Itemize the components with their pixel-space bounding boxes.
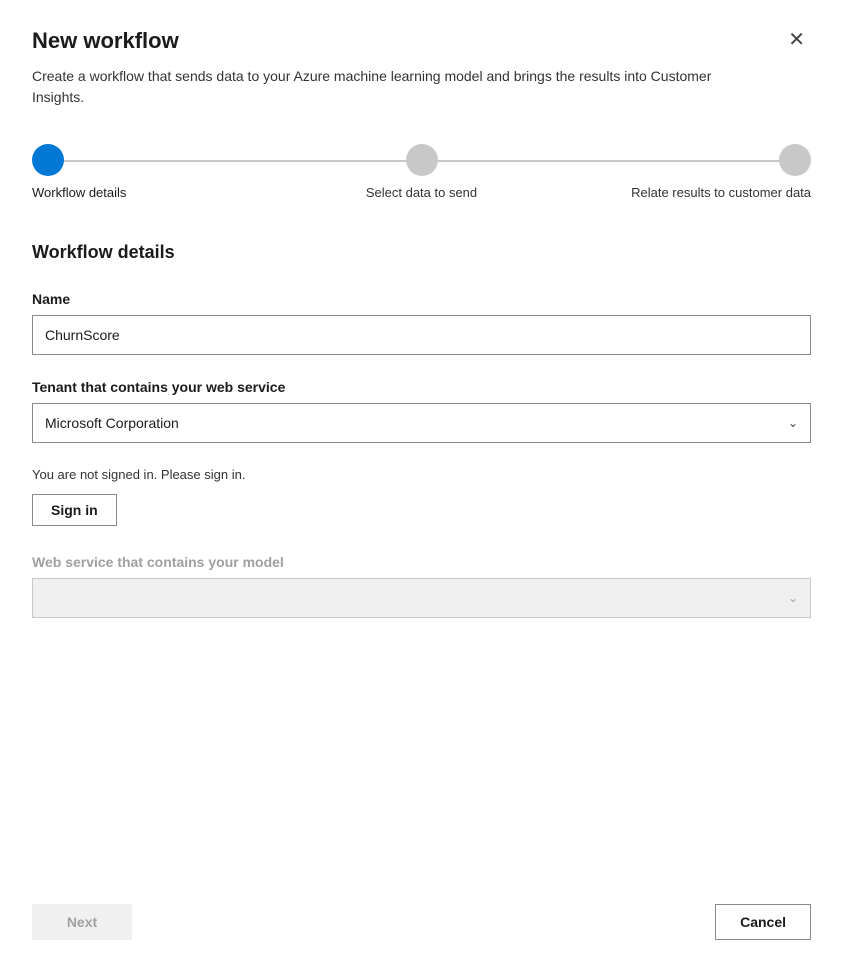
web-service-chevron-icon: ⌄ xyxy=(788,591,798,605)
name-label: Name xyxy=(32,291,811,307)
new-workflow-dialog: New workflow ✕ Create a workflow that se… xyxy=(0,0,843,972)
dialog-subtitle: Create a workflow that sends data to you… xyxy=(32,66,732,108)
tenant-select[interactable]: Microsoft Corporation ⌄ xyxy=(32,403,811,443)
tenant-label: Tenant that contains your web service xyxy=(32,379,811,395)
web-service-select: ⌄ xyxy=(32,578,811,618)
step-3-circle xyxy=(779,144,811,176)
stepper: Workflow details Select data to send Rel… xyxy=(32,144,811,202)
web-service-label: Web service that contains your model xyxy=(32,554,811,570)
web-service-field-group: Web service that contains your model ⌄ xyxy=(32,554,811,618)
tenant-chevron-icon: ⌄ xyxy=(788,416,798,430)
dialog-title: New workflow xyxy=(32,28,179,54)
sign-in-note: You are not signed in. Please sign in. xyxy=(32,467,811,482)
tenant-value: Microsoft Corporation xyxy=(45,415,179,431)
close-button[interactable]: ✕ xyxy=(782,28,811,52)
cancel-button[interactable]: Cancel xyxy=(715,904,811,940)
dialog-header: New workflow ✕ xyxy=(32,28,811,54)
name-input[interactable] xyxy=(32,315,811,355)
step-3: Relate results to customer data xyxy=(551,144,811,202)
step-2-circle xyxy=(406,144,438,176)
tenant-field-group: Tenant that contains your web service Mi… xyxy=(32,379,811,443)
next-button[interactable]: Next xyxy=(32,904,132,940)
name-field-group: Name xyxy=(32,291,811,355)
step-1: Workflow details xyxy=(32,144,292,202)
step-1-label: Workflow details xyxy=(32,184,126,202)
step-3-label: Relate results to customer data xyxy=(631,184,811,202)
step-1-circle xyxy=(32,144,64,176)
step-2-label: Select data to send xyxy=(366,184,477,202)
step-2: Select data to send xyxy=(292,144,552,202)
stepper-steps: Workflow details Select data to send Rel… xyxy=(32,144,811,202)
dialog-footer: Next Cancel xyxy=(32,904,811,940)
section-title: Workflow details xyxy=(32,242,811,263)
sign-in-button[interactable]: Sign in xyxy=(32,494,117,526)
